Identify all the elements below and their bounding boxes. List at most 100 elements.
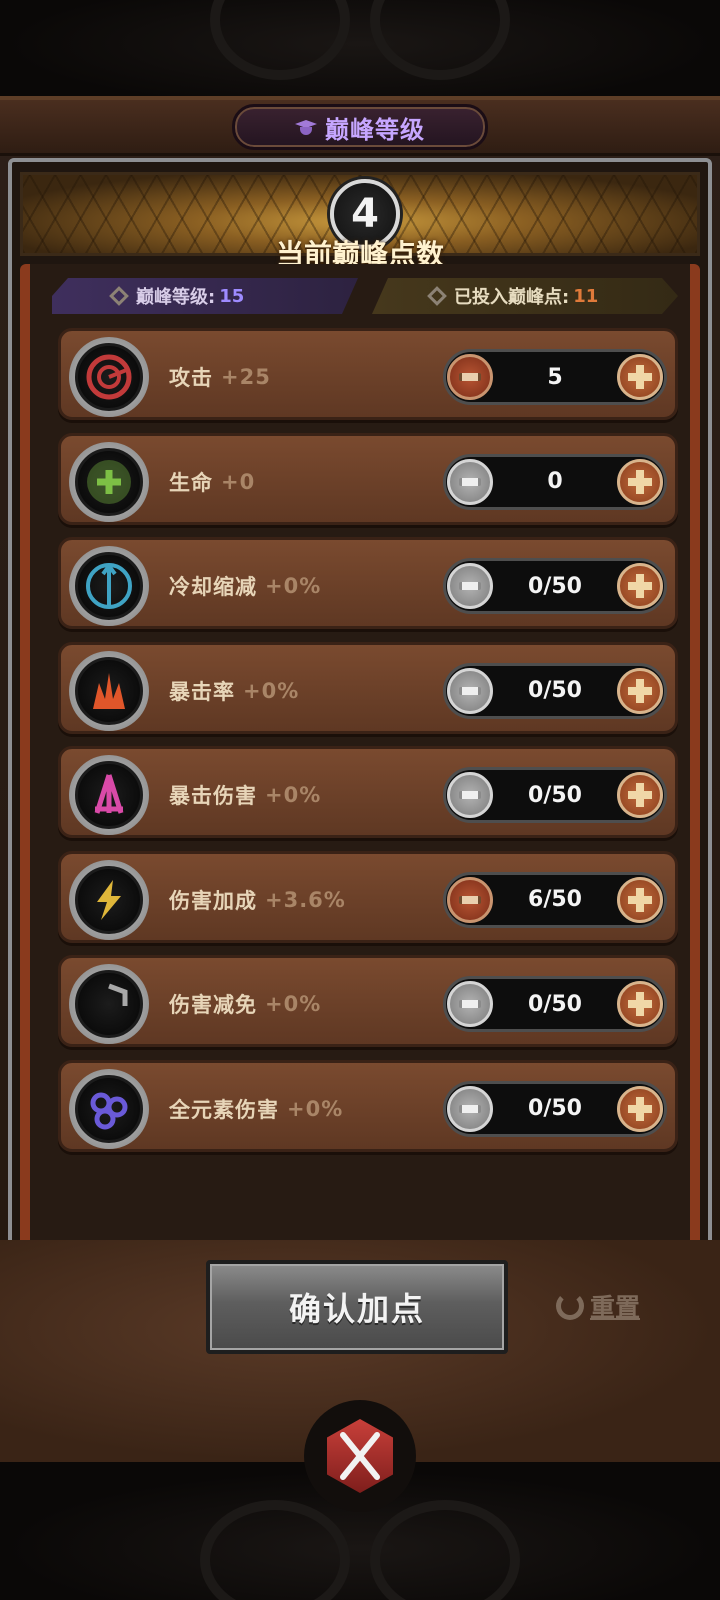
stat-name-text: 全元素伤害 +0% — [169, 1063, 343, 1155]
paragon-level-info: 巅峰等级: 15 — [52, 278, 358, 314]
stat-name-text: 暴击伤害 +0% — [169, 749, 321, 841]
minus-icon — [459, 1000, 481, 1008]
minus-button[interactable] — [447, 876, 493, 923]
minus-button[interactable] — [447, 772, 493, 818]
close-emblem-button[interactable] — [304, 1400, 416, 1512]
plus-button[interactable] — [617, 458, 663, 505]
stat-icon-frame — [69, 1068, 149, 1149]
stat-stepper: 0/50 — [443, 558, 667, 614]
stat-stepper: 0/50 — [443, 662, 667, 719]
diamond-icon — [109, 286, 129, 306]
stat-bonus: +0% — [265, 783, 322, 807]
stat-name: 生命 — [169, 470, 213, 495]
stat-row: 冷却缩减 +0% 0/50 — [58, 537, 678, 629]
stat-row: 暴击伤害 +0% 0/50 — [58, 746, 678, 838]
stat-row: 伤害减免 +0% 0/50 — [58, 955, 678, 1047]
stat-icon-frame — [69, 755, 149, 835]
ornament-swirl-left — [210, 0, 350, 80]
minus-icon — [459, 791, 481, 799]
damage-reduction-shield-icon — [75, 970, 143, 1038]
stat-icon-frame — [69, 441, 149, 522]
stat-name: 攻击 — [169, 366, 213, 390]
stat-icon-frame — [69, 546, 149, 626]
paragon-panel: 巅峰等级 4 当前巅峰点数 巅峰等级: 15 已投入巅峰点: 11 攻击 +25 5… — [0, 96, 720, 1462]
stat-row: 攻击 +25 5 — [58, 328, 678, 420]
stat-row: 全元素伤害 +0% 0/50 — [58, 1059, 678, 1155]
page-title: 巅峰等级 — [325, 115, 425, 144]
reset-refresh-icon — [556, 1292, 584, 1320]
crit-rate-flame-icon — [75, 656, 143, 725]
stat-allocated-value: 6/50 — [528, 887, 582, 912]
stats-content: 巅峰等级: 15 已投入巅峰点: 11 攻击 +25 5 生命 +0 0 冷却缩减 +0% 0/… — [20, 264, 700, 1270]
life-cross-icon — [75, 447, 143, 516]
stat-row: 伤害加成 +3.6% 6/50 — [58, 850, 678, 946]
ornament-swirl-bottom-left — [200, 1500, 350, 1600]
paragon-frame: 4 当前巅峰点数 巅峰等级: 15 已投入巅峰点: 11 攻击 +25 5 生命 +0 0… — [8, 158, 712, 1278]
stat-bonus: +0% — [265, 992, 322, 1016]
stat-name-text: 伤害加成 +3.6% — [169, 854, 346, 946]
plus-icon — [628, 469, 652, 494]
paragon-level-value: 15 — [219, 285, 245, 307]
stat-bonus: +0 — [221, 469, 256, 494]
stat-stepper: 5 — [443, 349, 667, 405]
minus-button[interactable] — [447, 563, 493, 609]
minus-button[interactable] — [447, 458, 493, 505]
stat-stepper: 0/50 — [443, 976, 667, 1032]
invested-points-value: 11 — [573, 285, 599, 307]
plus-button[interactable] — [617, 1085, 663, 1132]
top-ornament-background — [0, 0, 720, 110]
ornament-swirl-right — [370, 0, 510, 80]
stat-bonus: +0% — [287, 1096, 344, 1121]
stat-allocated-value: 5 — [547, 364, 563, 390]
stat-bonus: +3.6% — [265, 887, 346, 912]
stat-allocated-value: 0/50 — [528, 1096, 582, 1121]
crossed-swords-icon — [327, 1419, 393, 1493]
plus-button[interactable] — [617, 354, 663, 400]
plus-icon — [628, 887, 652, 912]
minus-icon — [459, 373, 481, 381]
minus-icon — [459, 582, 481, 590]
stat-icon-frame — [69, 964, 149, 1044]
stat-name-text: 生命 +0 — [169, 436, 255, 528]
minus-button[interactable] — [447, 667, 493, 714]
plus-button[interactable] — [617, 667, 663, 714]
stat-icon-frame — [69, 859, 149, 940]
stat-name: 暴击伤害 — [169, 784, 257, 808]
stat-row: 生命 +0 0 — [58, 432, 678, 528]
cooldown-clock-icon — [75, 552, 143, 620]
elemental-orbs-icon — [75, 1074, 143, 1143]
plus-button[interactable] — [617, 981, 663, 1027]
ornament-swirl-bottom-right — [370, 1500, 520, 1600]
stat-name-text: 暴击率 +0% — [169, 645, 299, 737]
plus-icon — [628, 365, 652, 389]
minus-icon — [459, 477, 481, 486]
stat-name: 伤害加成 — [169, 888, 257, 913]
reset-button[interactable]: 重置 — [556, 1286, 640, 1326]
confirm-points-button[interactable]: 确认加点 — [206, 1260, 508, 1354]
stat-bonus: +0% — [265, 574, 322, 598]
plus-button[interactable] — [617, 772, 663, 818]
attack-target-icon — [75, 343, 143, 411]
title-plate: 巅峰等级 — [232, 104, 488, 150]
stat-allocated-value: 0/50 — [528, 573, 582, 599]
plus-icon — [628, 783, 652, 807]
minus-icon — [459, 1104, 481, 1113]
plus-button[interactable] — [617, 876, 663, 923]
stat-name-text: 冷却缩减 +0% — [169, 540, 321, 632]
reset-label: 重置 — [590, 1293, 641, 1322]
stat-stepper: 0 — [443, 453, 667, 510]
plus-button[interactable] — [617, 563, 663, 609]
points-banner: 4 当前巅峰点数 — [20, 172, 700, 271]
panel-header: 巅峰等级 — [0, 100, 720, 156]
stat-allocated-value: 0/50 — [528, 678, 582, 703]
minus-icon — [459, 686, 481, 695]
plus-icon — [628, 1096, 652, 1121]
stat-bonus: +25 — [221, 365, 271, 389]
stat-allocated-value: 0/50 — [528, 782, 582, 808]
minus-button[interactable] — [447, 981, 493, 1027]
plus-icon — [628, 992, 652, 1016]
minus-button[interactable] — [447, 1085, 493, 1132]
invested-points-label: 已投入巅峰点: — [454, 287, 570, 308]
minus-button[interactable] — [447, 354, 493, 400]
invested-points-info: 已投入巅峰点: 11 — [372, 278, 678, 314]
